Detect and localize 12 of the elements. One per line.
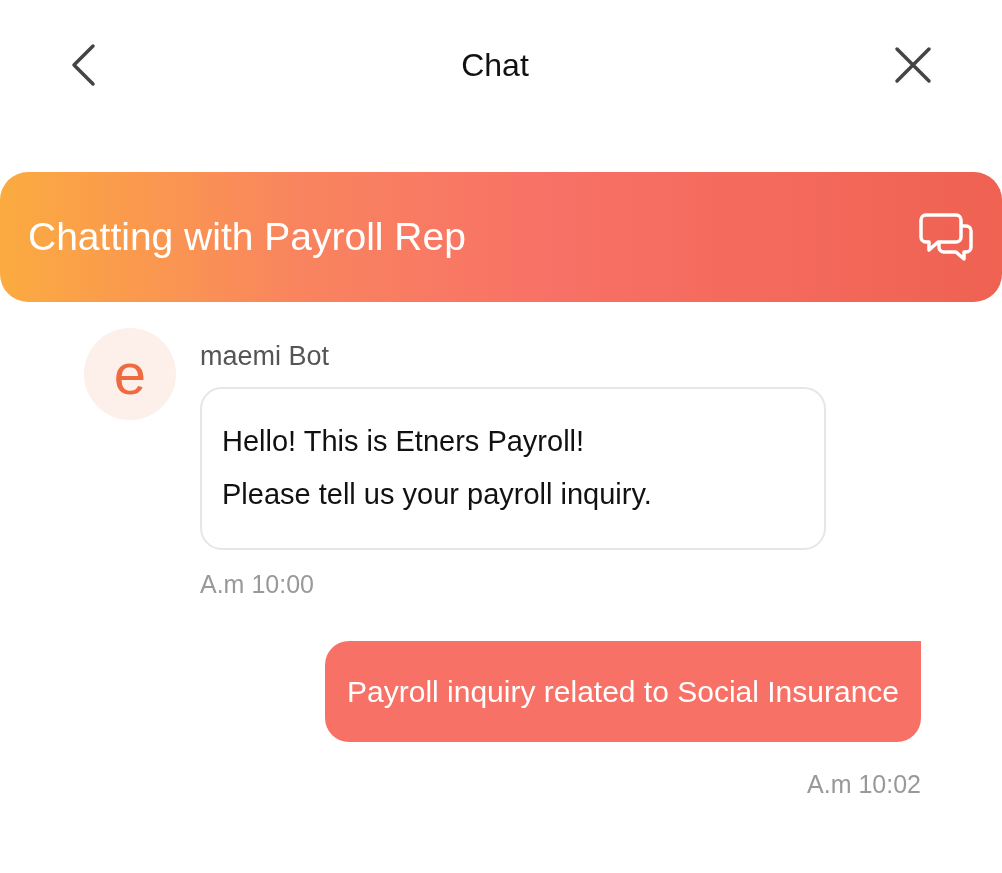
- sender-name: maemi Bot: [200, 340, 331, 373]
- message-bubble: Payroll inquiry related to Social Insurance: [325, 641, 921, 743]
- close-button[interactable]: [894, 46, 932, 84]
- back-button[interactable]: [70, 43, 96, 87]
- message-text: Hello! This is Etners Payroll!: [222, 423, 586, 459]
- chat-bubbles-icon: [918, 211, 974, 263]
- message-time: A.m 10:02: [807, 769, 921, 801]
- message-text: Please tell us your payroll inquiry.: [222, 477, 653, 513]
- message-time: A.m 10:00: [200, 568, 315, 600]
- bot-avatar: e: [84, 328, 176, 420]
- window-title: Chat: [461, 46, 529, 85]
- banner-title: Chatting with Payroll Rep: [28, 213, 466, 260]
